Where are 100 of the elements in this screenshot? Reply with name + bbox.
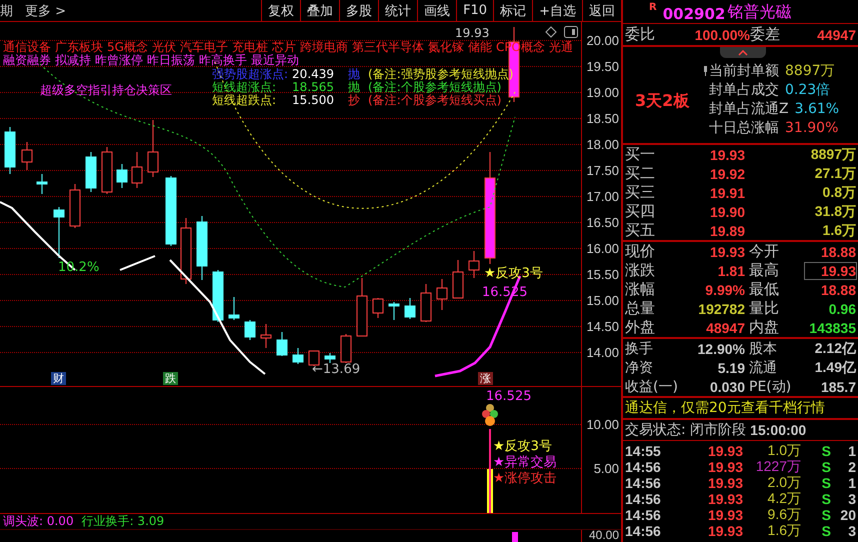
trade-side: S xyxy=(820,459,831,475)
quote-value: 18.88 xyxy=(820,282,856,298)
flag-tag: 融资融券 xyxy=(3,54,51,67)
bid-volume: 8897万 xyxy=(810,146,856,164)
quote-value: 44947 xyxy=(816,26,856,42)
quote-value: 1.49亿 xyxy=(814,358,856,376)
quote-label: 涨跌 xyxy=(625,261,656,280)
seal-value: 3.61% xyxy=(794,100,840,116)
concept-tag: 通信设备 xyxy=(3,41,51,54)
trade-time: 14:56 xyxy=(625,475,662,491)
candlestick xyxy=(420,284,432,322)
level-name: 短线超涨点: xyxy=(212,81,278,94)
quote-value: 143835 xyxy=(808,320,856,336)
trade-side: S xyxy=(820,475,831,491)
candlestick xyxy=(212,270,224,322)
quote-value: 48947 xyxy=(705,320,745,336)
balloons-icon xyxy=(482,404,498,426)
trade-volume: 2.0万 xyxy=(766,474,801,492)
indicator-readout: 调头波: 0.00 xyxy=(3,515,74,528)
quote-value: 1.81 xyxy=(716,262,745,278)
trade-side: S xyxy=(820,491,831,507)
level-name: 短线超跌点: xyxy=(212,94,278,107)
concept-tag: 芯片 xyxy=(272,41,296,54)
quote-label: PE(动) xyxy=(748,378,792,396)
concept-tag: 储能 xyxy=(468,41,492,54)
stock-code: 002902 xyxy=(662,5,726,23)
quote-label: 涨幅 xyxy=(625,280,656,299)
flag-tag: 拟减持 xyxy=(55,54,91,67)
bid-volume: 31.8万 xyxy=(814,202,856,220)
candlestick xyxy=(102,146,112,194)
quote-label: 现价 xyxy=(625,242,656,261)
trade-side: S xyxy=(820,443,831,459)
event-marker: 涨 xyxy=(478,372,493,385)
lower-axis-label: 40.00 xyxy=(588,528,619,542)
quote-label: 流通 xyxy=(748,358,778,376)
candlestick xyxy=(372,298,384,318)
promo-text[interactable]: 通达信，仅需20元查看千档行情 xyxy=(625,399,856,417)
price-axis-label: 17.00 xyxy=(586,189,619,204)
candlestick xyxy=(356,278,368,336)
candlestick xyxy=(260,324,272,348)
level-action: 抛 xyxy=(348,81,362,94)
candlestick xyxy=(340,334,352,364)
level-value: 20.439 xyxy=(292,68,336,81)
trade-price: 19.93 xyxy=(706,443,743,459)
toggle-icon[interactable] xyxy=(564,26,578,38)
trade-time: 14:55 xyxy=(625,443,662,459)
level-action: 抄 xyxy=(348,94,362,107)
candlestick xyxy=(70,184,80,228)
trade-time: 14:56 xyxy=(625,491,662,507)
high-price-label: 19.93 xyxy=(455,26,490,40)
level-name: 强势股超涨点: xyxy=(212,68,288,81)
flag-tag: 昨曾涨停 xyxy=(95,54,143,67)
quote-value: 12.90% xyxy=(696,340,745,356)
concept-tag: 跨境电商 xyxy=(300,41,348,54)
candlestick xyxy=(196,216,208,280)
volume-bar xyxy=(512,532,518,542)
quote-label: 净资 xyxy=(625,358,654,376)
seal-value: 0.23倍 xyxy=(785,80,830,98)
diamond-icon[interactable] xyxy=(545,26,557,38)
candlestick xyxy=(180,218,192,284)
quote-value: 100.00% xyxy=(694,26,750,42)
price-axis-label: 18.50 xyxy=(586,111,619,126)
quote-value: 18.88 xyxy=(820,244,856,260)
quote-value: 19.93 xyxy=(805,262,856,278)
collapse-button[interactable] xyxy=(720,47,766,58)
streak-label: 3天2板 xyxy=(635,91,690,112)
bid-price: 19.92 xyxy=(708,166,745,182)
signal-label: ★异常交易 xyxy=(493,454,557,471)
bid-price: 19.89 xyxy=(708,222,745,238)
trade-price: 19.93 xyxy=(706,523,743,539)
level-value: 15.500 xyxy=(292,94,336,107)
bid-label: 买三 xyxy=(625,183,656,202)
level-value: 18.565 xyxy=(292,81,336,94)
stock-name: 铭普光磁 xyxy=(727,2,792,23)
flag-tag: 昨高换手 xyxy=(199,54,247,67)
seal-value: 8897万 xyxy=(785,62,835,80)
quote-value: 0.030 xyxy=(708,378,745,394)
quote-label: 外盘 xyxy=(625,318,656,337)
quote-label: 换手 xyxy=(625,340,654,358)
seal-label: 封单占流通Z xyxy=(709,100,789,118)
trade-count: 20 xyxy=(839,507,856,523)
price-axis-label: 15.00 xyxy=(586,293,619,308)
trade-price: 19.93 xyxy=(706,459,743,475)
trade-side: S xyxy=(820,523,831,539)
indicator-axis-label: 10.00 xyxy=(586,417,619,432)
price-axis-label: 19.50 xyxy=(586,59,619,74)
trade-price: 19.93 xyxy=(706,507,743,523)
candlestick xyxy=(276,332,288,356)
concept-tag: 广东板块 xyxy=(55,41,103,54)
candlestick xyxy=(388,302,400,320)
candlestick xyxy=(166,176,176,246)
bid-label: 买一 xyxy=(625,145,656,164)
trade-count: 3 xyxy=(847,491,856,507)
flag-tag: 最近异动 xyxy=(251,54,299,67)
period-label[interactable]: 期 xyxy=(0,2,19,20)
more-menu[interactable]: 更多 > xyxy=(25,2,72,20)
indicator-axis-label: 5.00 xyxy=(594,461,619,476)
quote-label: 最高 xyxy=(748,261,780,280)
candlestick xyxy=(86,152,96,192)
trade-side: S xyxy=(820,507,831,523)
